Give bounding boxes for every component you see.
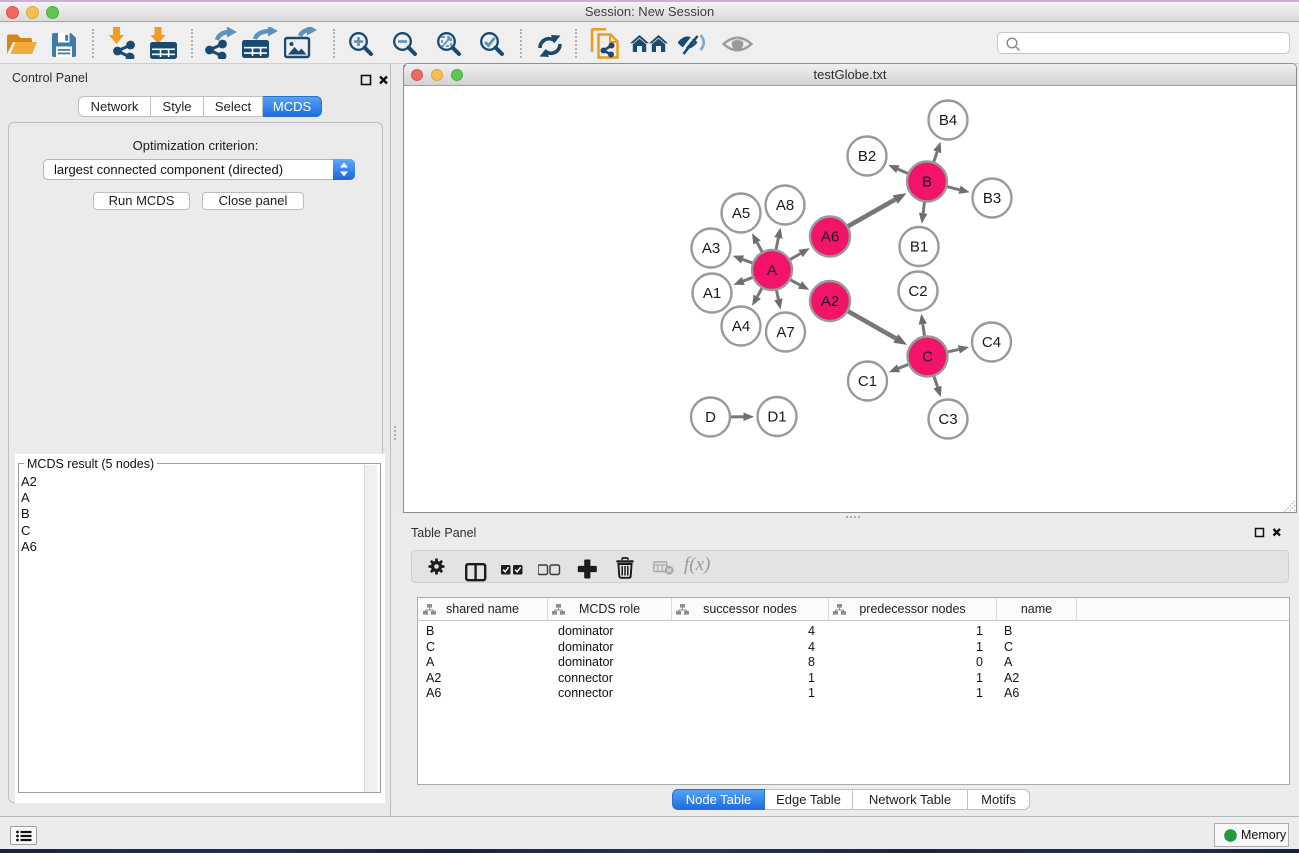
svg-text:C3: C3 — [938, 411, 957, 428]
svg-text:A: A — [767, 262, 777, 279]
svg-text:A1: A1 — [703, 285, 721, 302]
svg-text:C4: C4 — [982, 334, 1001, 351]
svg-text:D1: D1 — [767, 409, 786, 426]
svg-text:A3: A3 — [702, 240, 720, 257]
svg-text:C2: C2 — [908, 283, 927, 300]
svg-text:A7: A7 — [776, 324, 794, 341]
svg-text:B: B — [922, 174, 932, 191]
svg-text:A6: A6 — [821, 229, 839, 246]
svg-text:C1: C1 — [858, 373, 877, 390]
svg-text:B3: B3 — [983, 190, 1001, 207]
svg-text:A4: A4 — [732, 318, 750, 335]
svg-text:A8: A8 — [776, 197, 794, 214]
svg-text:C: C — [922, 349, 933, 366]
svg-text:B1: B1 — [910, 239, 928, 256]
svg-text:A2: A2 — [821, 293, 839, 310]
svg-text:B2: B2 — [858, 148, 876, 165]
svg-text:A5: A5 — [732, 205, 750, 222]
svg-text:B4: B4 — [939, 112, 957, 129]
svg-text:D: D — [705, 409, 716, 426]
